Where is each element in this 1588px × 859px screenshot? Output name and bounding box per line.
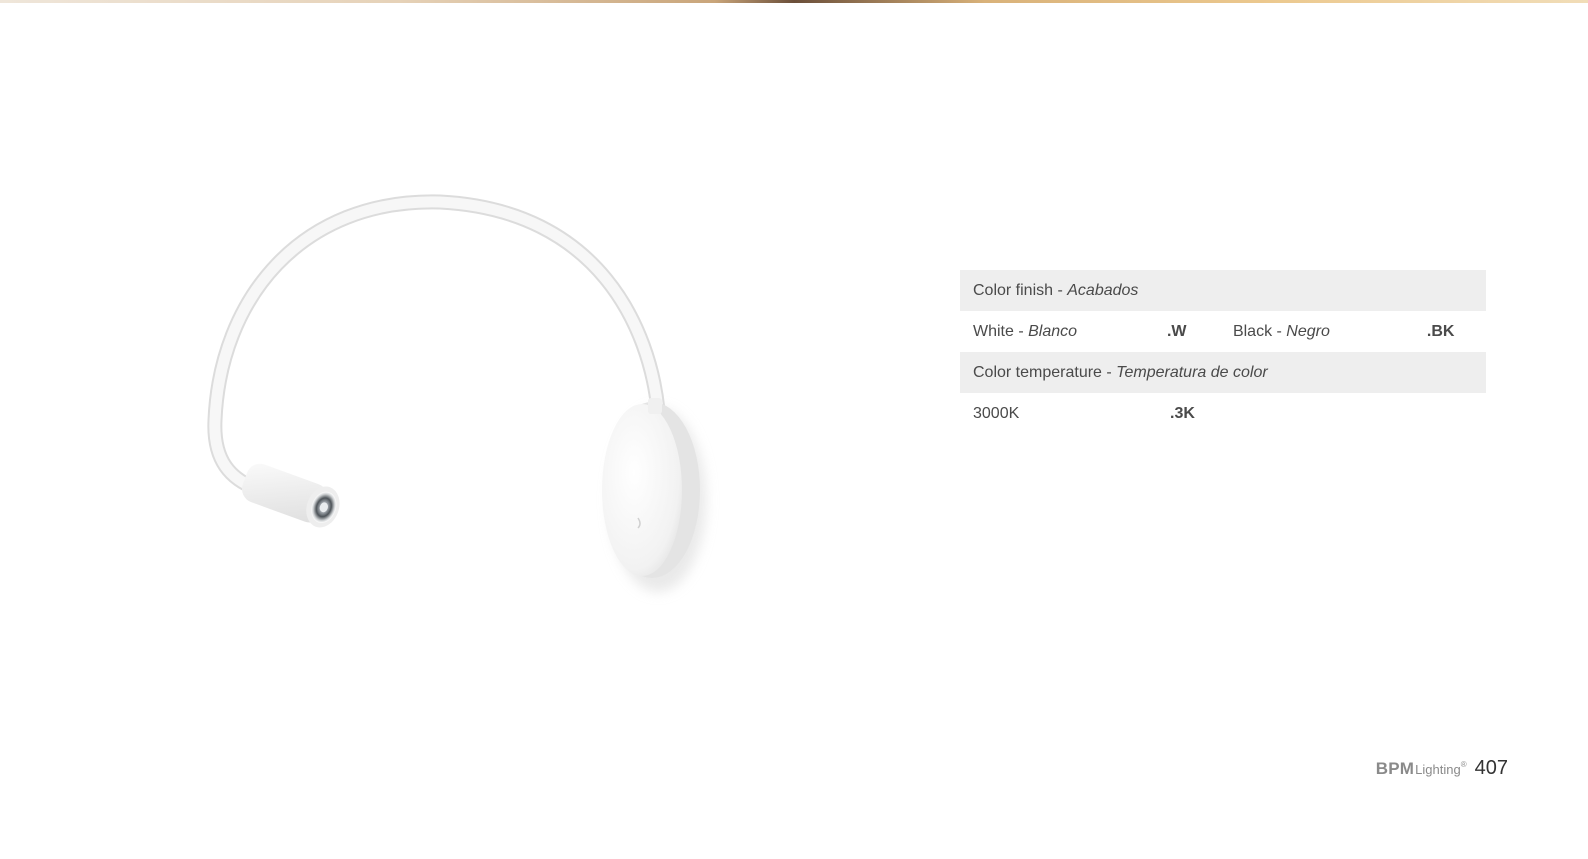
finish-black-label: Black - Negro xyxy=(1232,322,1330,340)
wall-reading-lamp-image xyxy=(207,194,706,592)
finish-white-label: White - Blanco xyxy=(973,322,1078,340)
page-footer: BPM Lighting ® 407 xyxy=(1376,757,1508,780)
finish-white-code: .W xyxy=(1166,322,1187,340)
temperature-options-row: 3000K .3K xyxy=(960,393,1486,434)
registered-mark: ® xyxy=(1460,760,1467,769)
color-temperature-header-row: Color temperature - Temperatura de color xyxy=(960,352,1486,393)
color-temperature-header: Color temperature - Temperatura de color xyxy=(973,363,1268,381)
product-image xyxy=(180,180,760,620)
top-decorative-strip xyxy=(0,0,1588,3)
color-finish-header: Color finish - Acabados xyxy=(973,281,1139,299)
spec-table: Color finish - Acabados White - Blanco .… xyxy=(960,270,1486,434)
brand-logo-lighting: Lighting xyxy=(1415,762,1461,777)
finish-black-code: .BK xyxy=(1426,322,1455,340)
finish-options-row: White - Blanco .W Black - Negro .BK xyxy=(960,311,1486,352)
brand-logo-bpm: BPM xyxy=(1375,759,1415,778)
color-finish-header-row: Color finish - Acabados xyxy=(960,270,1486,311)
page-number: 407 xyxy=(1474,757,1508,779)
temperature-code: .3K xyxy=(1170,404,1195,422)
temperature-value: 3000K xyxy=(973,404,1020,422)
